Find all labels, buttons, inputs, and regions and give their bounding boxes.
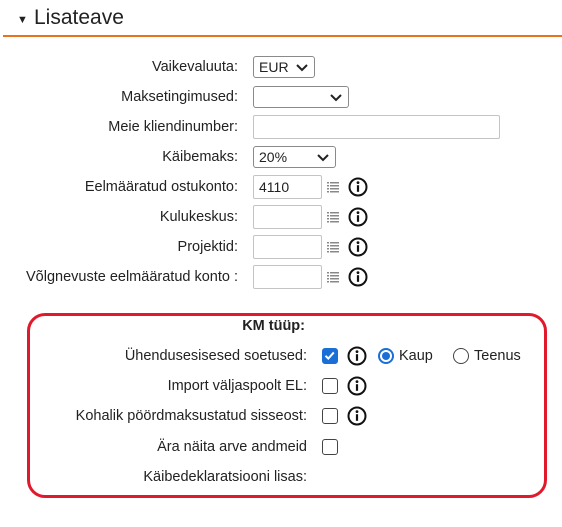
list-icon[interactable] — [327, 211, 339, 223]
radio-goods-label: Kaup — [399, 348, 433, 364]
header-divider — [3, 35, 562, 37]
payment-terms-label: Maksetingimused: — [121, 89, 238, 105]
radio-goods[interactable] — [378, 348, 394, 364]
default-currency-label: Vaikevaluuta: — [152, 59, 238, 75]
local-reverse-charge-label: Kohalik pöördmaksustatud sisseost: — [75, 408, 307, 424]
intra-union-checkbox[interactable] — [322, 348, 338, 364]
local-reverse-charge-checkbox[interactable] — [322, 408, 338, 424]
vat-select[interactable]: 20% — [253, 146, 336, 168]
list-icon[interactable] — [327, 271, 339, 283]
projects-label: Projektid: — [177, 239, 238, 255]
collapse-triangle-icon[interactable]: ▼ — [17, 14, 28, 26]
cost-center-label: Kulukeskus: — [159, 209, 238, 225]
intra-union-label: Ühendusesisesed soetused: — [124, 348, 307, 364]
vat-type-title: KM tüüp: — [242, 318, 305, 334]
chevron-down-icon — [296, 64, 308, 72]
client-number-input[interactable] — [253, 115, 500, 139]
purchase-account-input[interactable]: 4110 — [253, 175, 322, 199]
chevron-down-icon — [317, 154, 329, 162]
debt-account-label: Võlgnevuste eelmääratud konto : — [26, 269, 238, 285]
radio-services-label: Teenus — [474, 348, 521, 364]
payment-terms-select[interactable] — [253, 86, 349, 108]
client-number-label: Meie kliendinumber: — [108, 119, 238, 135]
checkmark-icon — [324, 351, 335, 361]
list-icon[interactable] — [327, 181, 339, 193]
projects-input[interactable] — [253, 235, 322, 259]
hide-invoice-data-label: Ära näita arve andmeid — [157, 439, 307, 455]
radio-services[interactable] — [453, 348, 469, 364]
default-currency-select[interactable]: EUR — [253, 56, 315, 78]
info-circle-icon[interactable] — [348, 237, 368, 257]
import-outside-eu-label: Import väljaspoolt EL: — [167, 378, 307, 394]
purchase-account-label: Eelmääratud ostukonto: — [84, 179, 238, 195]
info-circle-icon[interactable] — [348, 177, 368, 197]
info-circle-icon[interactable] — [348, 207, 368, 227]
cost-center-input[interactable] — [253, 205, 322, 229]
import-outside-eu-checkbox[interactable] — [322, 378, 338, 394]
debt-account-input[interactable] — [253, 265, 322, 289]
section-title: Lisateave — [34, 6, 124, 29]
hide-invoice-data-checkbox[interactable] — [322, 439, 338, 455]
vat-value: 20% — [259, 149, 288, 165]
info-circle-icon[interactable] — [347, 406, 367, 426]
info-circle-icon[interactable] — [348, 267, 368, 287]
section-header[interactable]: ▼ Lisateave — [0, 0, 562, 38]
chevron-down-icon — [330, 94, 342, 102]
info-circle-icon[interactable] — [347, 346, 367, 366]
vat-return-annex-label: Käibedeklaratsiooni lisas: — [143, 469, 307, 485]
info-circle-icon[interactable] — [347, 376, 367, 396]
list-icon[interactable] — [327, 241, 339, 253]
default-currency-value: EUR — [259, 59, 289, 75]
vat-label: Käibemaks: — [162, 149, 238, 165]
